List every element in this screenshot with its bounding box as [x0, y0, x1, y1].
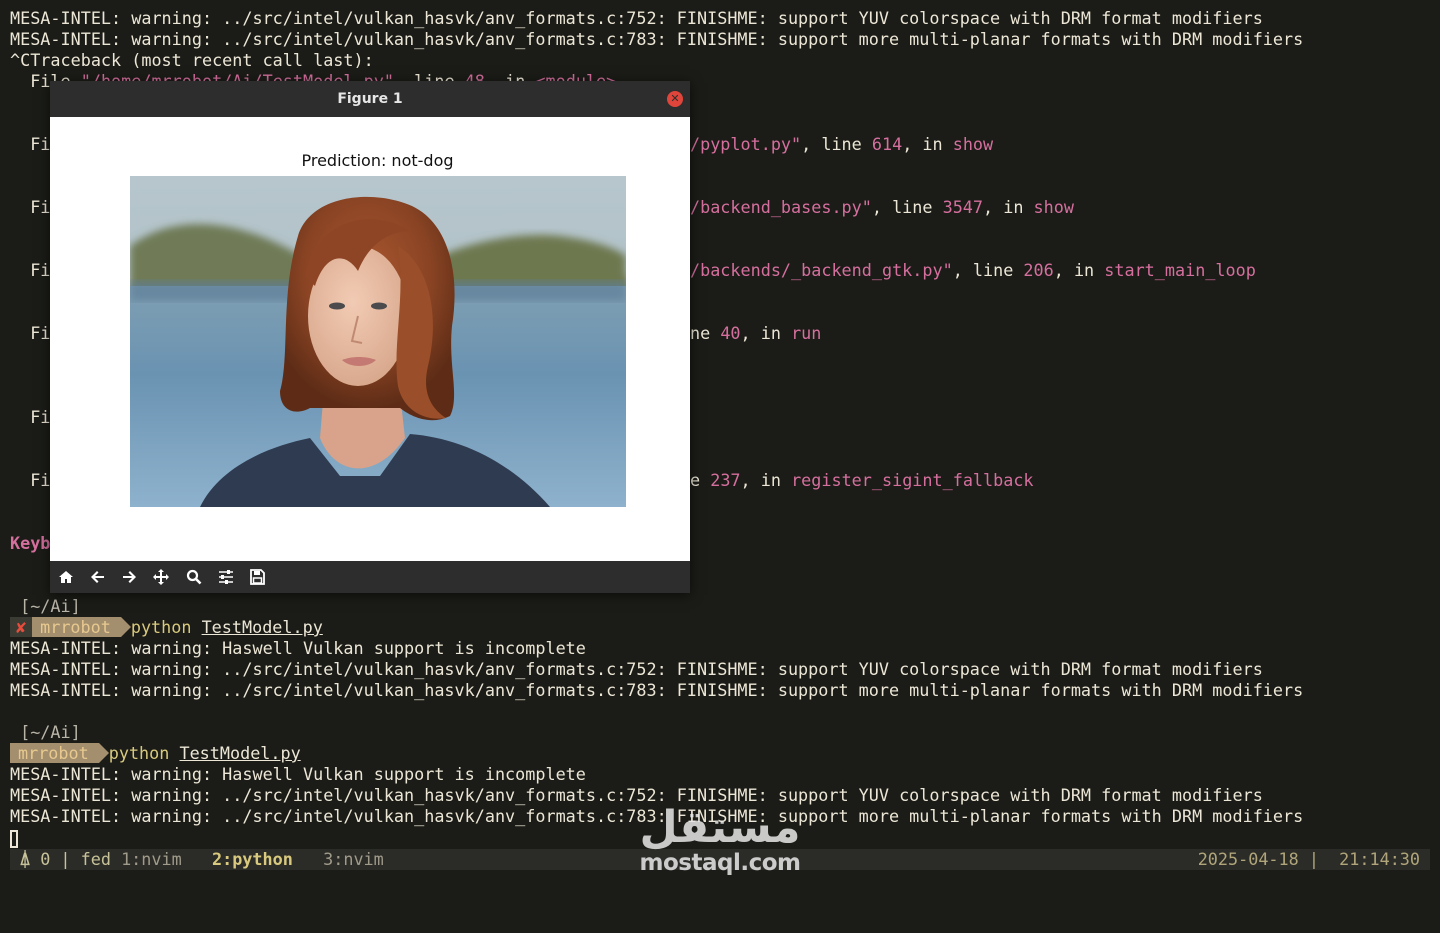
svg-text:مستقل: مستقل — [640, 802, 801, 850]
traceback-fragment: Fi — [10, 134, 51, 154]
plot-title: Prediction: not-dog — [301, 151, 454, 170]
terminal-line: MESA-INTEL: warning: ../src/intel/vulkan… — [10, 659, 1263, 679]
save-icon[interactable] — [248, 568, 266, 586]
command-argument: TestModel.py — [179, 743, 301, 763]
error-status-icon: ✘ — [10, 617, 33, 637]
command-argument: TestModel.py — [201, 617, 323, 637]
traceback-fragment: Fi — [10, 260, 51, 280]
watermark-logo-arabic: مستقل — [640, 802, 801, 850]
traceback-line-sigint: e 237, in register_sigint_fallback — [690, 470, 1034, 490]
forward-icon[interactable] — [120, 568, 138, 586]
configure-subplots-icon[interactable] — [217, 568, 235, 586]
traceback-fragment: Fi — [10, 470, 51, 490]
zoom-icon[interactable] — [185, 568, 203, 586]
window-tab-1[interactable]: 1:nvim — [121, 849, 182, 869]
prompt-directory: [~/Ai] — [10, 722, 81, 742]
traceback-line-pyplot: /pyplot.py", line 614, in show — [690, 134, 994, 154]
window-tab-3[interactable]: 3:nvim — [323, 849, 384, 869]
prompt-directory: [~/Ai] — [10, 596, 81, 616]
prompt-line: mrrobot python TestModel.py — [10, 743, 301, 764]
terminal-cursor — [10, 830, 18, 848]
pan-icon[interactable] — [152, 568, 170, 586]
command-name: python — [108, 743, 170, 763]
status-left: ⍋ 0 | fed 1:nvim 2:python 3:nvim — [20, 849, 384, 870]
terminal-line: MESA-INTEL: warning: ../src/intel/vulkan… — [10, 29, 1304, 49]
prompt-line: ✘ mrrobot python TestModel.py — [10, 617, 323, 638]
status-date: 2025-04-18 | — [1197, 849, 1319, 869]
figure-toolbar — [50, 561, 690, 593]
status-time: 21:14:30 — [1339, 849, 1420, 869]
traceback-fragment: Fi — [10, 407, 51, 427]
back-icon[interactable] — [89, 568, 107, 586]
portrait-photo — [130, 176, 626, 507]
prompt-user: mrrobot — [10, 743, 109, 763]
terminal-line: MESA-INTEL: warning: Haswell Vulkan supp… — [10, 638, 586, 658]
terminal-line: MESA-INTEL: warning: Haswell Vulkan supp… — [10, 764, 586, 784]
command-name: python — [130, 617, 192, 637]
status-right: 2025-04-18 | 21:14:30 — [1198, 849, 1420, 870]
traceback-line-backend-bases: /backend_bases.py", line 3547, in show — [690, 197, 1074, 217]
session-name: fed — [80, 849, 111, 869]
watermark-text: mostaql.com — [639, 850, 801, 876]
terminal-line: ^CTraceback (most recent call last): — [10, 50, 374, 70]
plot-canvas[interactable]: Prediction: not-dog — [50, 117, 690, 561]
close-button[interactable]: ✕ — [667, 91, 683, 107]
traceback-line-backend-gtk: /backends/_backend_gtk.py", line 206, in… — [690, 260, 1256, 280]
watermark: مستقل mostaql.com — [632, 798, 812, 882]
traceback-line-run: ne 40, in run — [690, 323, 822, 343]
traceback-fragment: Fi — [10, 323, 51, 343]
window-tab-2[interactable]: 2:python — [212, 849, 293, 869]
close-icon: ✕ — [670, 92, 680, 105]
traceback-fragment: Fi — [10, 197, 51, 217]
terminal-line: MESA-INTEL: warning: ../src/intel/vulkan… — [10, 8, 1263, 28]
figure-window-title: Figure 1 — [337, 91, 403, 107]
figure-window[interactable]: Figure 1 ✕ Prediction: not-dog — [50, 81, 690, 593]
home-icon[interactable] — [57, 568, 75, 586]
prompt-user: mrrobot — [32, 617, 131, 637]
terminal-line: MESA-INTEL: warning: ../src/intel/vulkan… — [10, 680, 1304, 700]
figure-titlebar[interactable]: Figure 1 ✕ — [50, 81, 690, 117]
bell-count: ⍋ 0 | — [20, 849, 71, 869]
keyboard-interrupt-fragment: Keyb — [10, 533, 51, 553]
